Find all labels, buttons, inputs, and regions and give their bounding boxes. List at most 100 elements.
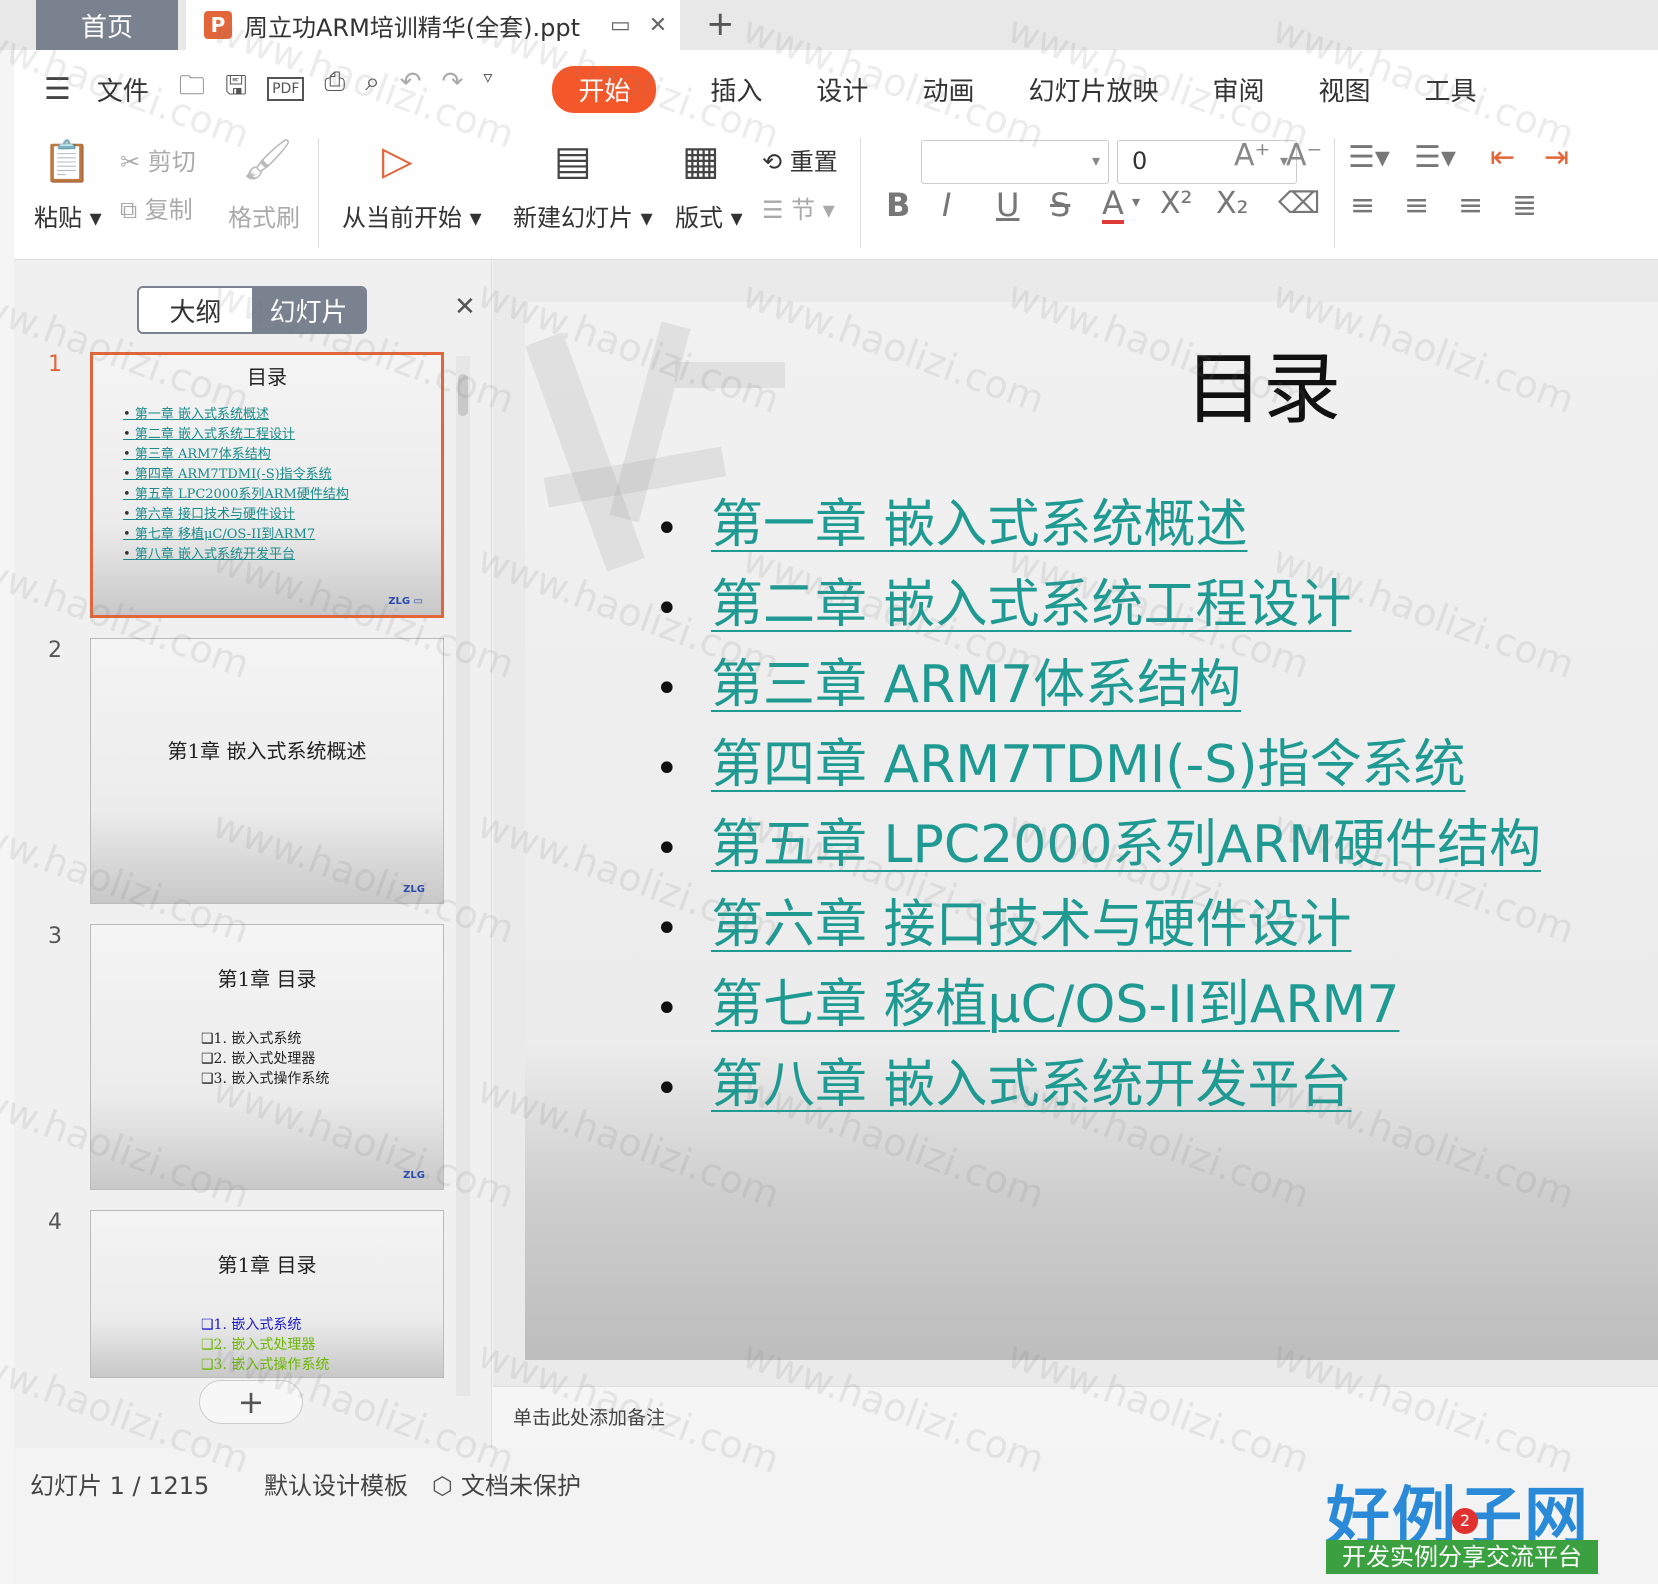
close-panel-icon[interactable]: ✕	[454, 292, 476, 322]
file-menu[interactable]: 文件	[97, 71, 149, 108]
menu-tab-6[interactable]: 视图	[1318, 71, 1370, 108]
new-slide-icon[interactable]: ▤	[554, 138, 592, 184]
toc-link-7[interactable]: • 第七章 移植μC/OS-II到ARM7	[655, 965, 1541, 1045]
thumbnail-list: ❑1. 嵌入式系统 ❑2. 嵌入式处理器 ❑3. 嵌入式操作系统	[201, 1315, 329, 1375]
font-name-select[interactable]: ▾	[921, 140, 1109, 184]
tab-slides[interactable]: 幻灯片	[252, 288, 365, 332]
underline-icon[interactable]: U	[996, 186, 1019, 224]
reset-button[interactable]: ⟲ 重置	[762, 142, 838, 177]
scrollbar-thumb[interactable]	[458, 374, 468, 416]
toc-link-text[interactable]: 第七章 移植μC/OS-II到ARM7	[711, 975, 1399, 1035]
toc-link-2[interactable]: • 第二章 嵌入式系统工程设计	[655, 565, 1541, 645]
hamburger-menu-icon[interactable]: ☰	[44, 72, 71, 107]
thumbnail-toc-item: 第三章 ARM7体系结构	[123, 445, 349, 465]
toc-link-1[interactable]: • 第一章 嵌入式系统概述	[655, 485, 1541, 565]
align-right-icon[interactable]: ≡	[1458, 188, 1483, 223]
slide-thumbnail-4[interactable]: 第1章 目录 ❑1. 嵌入式系统 ❑2. 嵌入式处理器 ❑3. 嵌入式操作系统	[90, 1210, 444, 1378]
format-painter-button[interactable]: 格式刷	[228, 198, 300, 233]
toc-link-text[interactable]: 第二章 嵌入式系统工程设计	[711, 575, 1352, 635]
notification-badge[interactable]: 2	[1452, 1508, 1478, 1534]
menu-tab-5[interactable]: 审阅	[1212, 71, 1264, 108]
menu-tab-7[interactable]: 工具	[1425, 71, 1477, 108]
font-color-dropdown-icon[interactable]: ▾	[1132, 192, 1140, 211]
toc-link-4[interactable]: • 第四章 ARM7TDMI(-S)指令系统	[655, 725, 1541, 805]
toc-link-3[interactable]: • 第三章 ARM7体系结构	[655, 645, 1541, 725]
new-tab-button[interactable]: +	[706, 4, 735, 44]
decrease-indent-icon[interactable]: ⇤	[1490, 140, 1515, 175]
undo-icon[interactable]: ↶	[400, 67, 422, 111]
thumbnail-list-item: ❑2. 嵌入式处理器	[201, 1337, 316, 1353]
increase-font-icon[interactable]: A⁺	[1234, 138, 1270, 173]
thumbnail-list-item: ❑1. 嵌入式系统	[201, 1031, 302, 1047]
add-slide-button[interactable]: +	[199, 1380, 303, 1424]
slide-thumbnail-2[interactable]: 第1章 嵌入式系统概述 ZLG	[90, 638, 444, 904]
paste-icon[interactable]: 📋	[42, 138, 92, 185]
tab-document[interactable]: P 周立功ARM培训精华(全套).ppt ▭ ✕	[186, 0, 680, 50]
export-pdf-icon[interactable]: PDF	[267, 77, 305, 101]
toc-link-text[interactable]: 第四章 ARM7TDMI(-S)指令系统	[711, 735, 1466, 795]
save-icon[interactable]: 🖫	[225, 67, 247, 111]
bullet-icon: •	[655, 506, 679, 552]
menu-tab-3[interactable]: 动画	[922, 71, 974, 108]
toc-link-text[interactable]: 第六章 接口技术与硬件设计	[711, 895, 1352, 955]
paste-button[interactable]: 粘贴 ▾	[34, 198, 102, 233]
menu-tab-0[interactable]: 开始	[552, 65, 657, 113]
site-logo-tagline: 开发实例分享交流平台	[1326, 1540, 1598, 1574]
toc-link-text[interactable]: 第一章 嵌入式系统概述	[711, 495, 1248, 555]
menu-tab-1[interactable]: 插入	[710, 71, 762, 108]
menu-tab-4[interactable]: 幻灯片放映	[1028, 71, 1158, 108]
font-color-icon[interactable]: A	[1102, 186, 1124, 224]
section-button[interactable]: ☰ 节 ▾	[762, 190, 835, 225]
clear-format-icon[interactable]: ⌫	[1278, 186, 1320, 221]
new-slide-button[interactable]: 新建幻灯片 ▾	[513, 198, 653, 233]
align-left-icon[interactable]: ≡	[1350, 188, 1375, 223]
copy-button[interactable]: ⧉ 复制	[120, 190, 193, 225]
layout-button[interactable]: 版式 ▾	[675, 198, 743, 233]
italic-icon[interactable]: I	[942, 186, 951, 224]
slide-thumbnail-1[interactable]: 目录 第一章 嵌入式系统概述第二章 嵌入式系统工程设计第三章 ARM7体系结构第…	[90, 352, 444, 618]
bold-icon[interactable]: B	[886, 186, 910, 224]
toc-link-text[interactable]: 第八章 嵌入式系统开发平台	[711, 1055, 1352, 1115]
superscript-icon[interactable]: X²	[1160, 186, 1193, 221]
bullet-list-icon[interactable]: ☰▾	[1348, 140, 1390, 175]
strikethrough-icon[interactable]: S	[1050, 186, 1070, 224]
slide-title[interactable]: 目录	[1185, 327, 1341, 439]
thumbnail-title: 第1章 目录	[217, 967, 317, 991]
document-tab-title: 周立功ARM培训精华(全套).ppt	[244, 13, 581, 42]
toc-link-6[interactable]: • 第六章 接口技术与硬件设计	[655, 885, 1541, 965]
tab-outline[interactable]: 大纲	[139, 288, 252, 332]
customize-dropdown-icon[interactable]: ▿	[483, 67, 492, 111]
document-protection[interactable]: ⬡ 文档未保护	[432, 1466, 581, 1501]
decrease-font-icon[interactable]: A⁻	[1286, 138, 1322, 173]
play-from-current-button[interactable]: 从当前开始 ▾	[342, 198, 482, 233]
monitor-icon[interactable]: ▭	[610, 13, 631, 38]
thumbnail-scrollbar[interactable]	[456, 356, 470, 1396]
close-tab-icon[interactable]: ✕	[649, 13, 667, 38]
increase-indent-icon[interactable]: ⇥	[1544, 140, 1569, 175]
layout-icon[interactable]: ▦	[682, 138, 720, 184]
toc-link-5[interactable]: • 第五章 LPC2000系列ARM硬件结构	[655, 805, 1541, 885]
zlg-logo-icon: ZLG ▭	[388, 596, 423, 607]
tab-home[interactable]: 首页	[36, 0, 178, 50]
redo-icon[interactable]: ↷	[442, 67, 464, 111]
print-icon[interactable]: ⎙	[324, 67, 345, 111]
justify-icon[interactable]: ≣	[1512, 188, 1537, 223]
print-preview-icon[interactable]: ⌕	[365, 67, 380, 111]
align-center-icon[interactable]: ≡	[1404, 188, 1429, 223]
template-name[interactable]: 默认设计模板	[264, 1466, 408, 1501]
play-icon[interactable]: ▷	[382, 138, 413, 184]
thumbnail-toc-item: 第五章 LPC2000系列ARM硬件结构	[123, 485, 349, 505]
notes-pane[interactable]: 单击此处添加备注	[493, 1386, 1658, 1448]
toc-link-8[interactable]: • 第八章 嵌入式系统开发平台	[655, 1045, 1541, 1125]
numbered-list-icon[interactable]: ☰▾	[1414, 140, 1456, 175]
thumbnail-list: ❑1. 嵌入式系统 ❑2. 嵌入式处理器 ❑3. 嵌入式操作系统	[201, 1029, 329, 1089]
thumbnail-toc-list: 第一章 嵌入式系统概述第二章 嵌入式系统工程设计第三章 ARM7体系结构第四章 …	[123, 405, 349, 565]
current-slide[interactable]: 目录 • 第一章 嵌入式系统概述 • 第二章 嵌入式系统工程设计 • 第三章 ARM7体系…	[525, 302, 1658, 1360]
toc-link-text[interactable]: 第五章 LPC2000系列ARM硬件结构	[711, 815, 1541, 875]
cut-button[interactable]: ✂ 剪切	[120, 142, 196, 177]
slide-thumbnail-3[interactable]: 第1章 目录 ❑1. 嵌入式系统 ❑2. 嵌入式处理器 ❑3. 嵌入式操作系统 …	[90, 924, 444, 1190]
subscript-icon[interactable]: X₂	[1216, 186, 1249, 221]
toc-link-text[interactable]: 第三章 ARM7体系结构	[711, 655, 1241, 715]
open-folder-icon[interactable]: 🗀	[179, 67, 205, 111]
menu-tab-2[interactable]: 设计	[816, 71, 868, 108]
